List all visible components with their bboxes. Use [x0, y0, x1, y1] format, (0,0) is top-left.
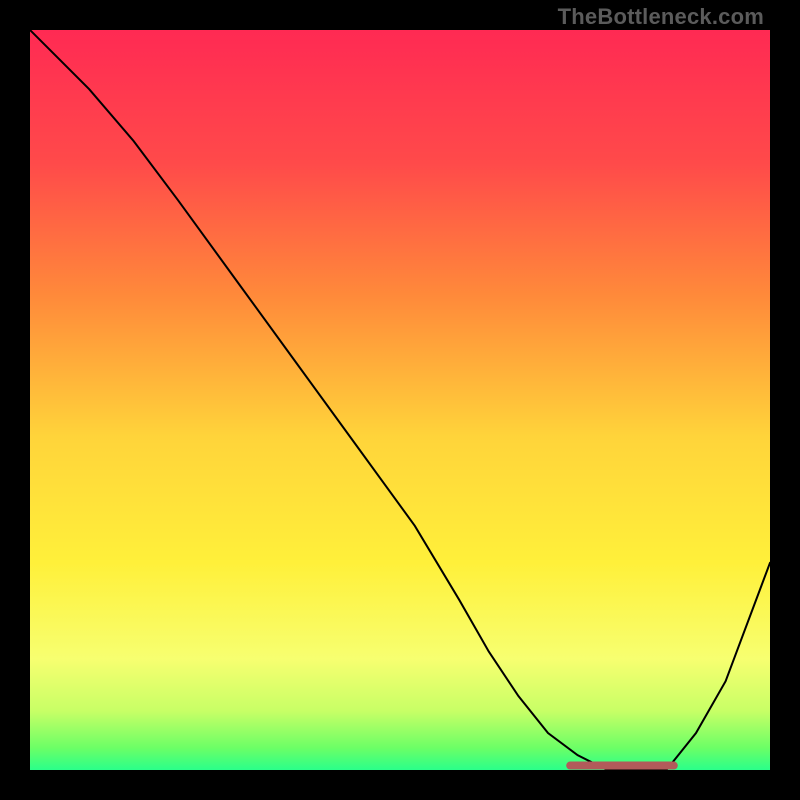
bottleneck-curve	[30, 30, 770, 770]
chart-curve-layer	[30, 30, 770, 770]
chart-frame	[30, 30, 770, 770]
watermark-text: TheBottleneck.com	[558, 4, 764, 30]
